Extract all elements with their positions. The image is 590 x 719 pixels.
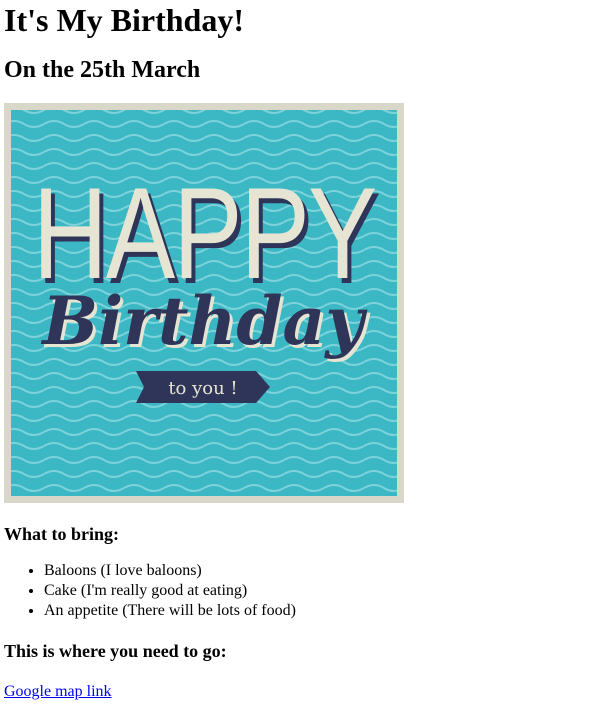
- bring-list: Baloons (I love baloons) Cake (I'm reall…: [4, 561, 586, 621]
- card-birthday-text: Birthday: [40, 282, 368, 360]
- google-map-link[interactable]: Google map link: [4, 683, 112, 700]
- page-subtitle: On the 25th March: [4, 57, 201, 83]
- page-title: It's My Birthday!: [4, 2, 244, 38]
- birthday-card-image: HAPPY HAPPY Birthday Birthday to you !: [4, 103, 404, 503]
- list-item: Cake (I'm really good at eating): [44, 581, 586, 601]
- list-item: An appetite (There will be lots of food): [44, 601, 586, 621]
- card-banner-text: to you !: [168, 378, 237, 399]
- page: It's My Birthday! On the 25th March HAPP…: [0, 0, 590, 702]
- list-item: Baloons (I love baloons): [44, 561, 586, 581]
- link-paragraph: Google map link: [4, 682, 586, 702]
- where-heading: This is where you need to go:: [4, 641, 227, 661]
- bring-heading: What to bring:: [4, 524, 120, 544]
